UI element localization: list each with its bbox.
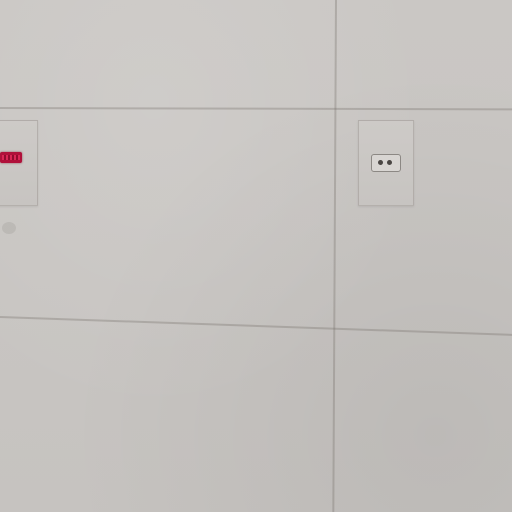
power-outlet-icon — [371, 154, 401, 172]
wall-mark — [2, 222, 16, 234]
outlet-socket-left — [378, 160, 383, 165]
wall-panel-seam-horizontal — [0, 316, 512, 337]
wall-surface — [0, 0, 512, 512]
indicator-display — [2, 155, 20, 160]
outlet-socket-right — [387, 160, 392, 165]
ceiling-seam — [0, 107, 512, 111]
red-indicator-light — [0, 152, 22, 163]
left-wall-plate — [0, 120, 38, 206]
wall-panel-seam-vertical — [332, 0, 337, 512]
